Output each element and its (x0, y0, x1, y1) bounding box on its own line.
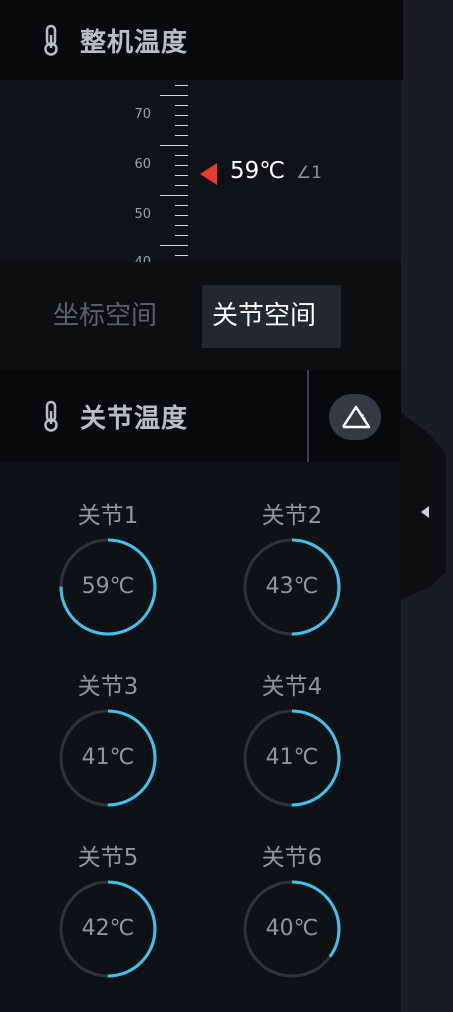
angle-icon (341, 405, 371, 429)
tab-coordinate-space[interactable]: 坐标空间 (43, 285, 167, 348)
scale-minor-tick (175, 165, 188, 166)
scale-minor-tick (175, 85, 188, 86)
joint-temperature-value: 41℃ (265, 745, 319, 770)
thermometer-icon (44, 24, 58, 56)
current-temperature-value: 59℃ (230, 158, 286, 184)
scale-major-tick (160, 95, 188, 96)
scale-label: 70 (134, 107, 151, 122)
scale-minor-tick (175, 225, 188, 226)
joint-label: 关节2 (261, 503, 323, 529)
joint-label: 关节3 (77, 674, 139, 700)
joint-label: 关节6 (261, 845, 323, 871)
scale-major-tick (160, 195, 188, 196)
joint-gauge: 关节1 59℃ (53, 500, 163, 639)
joint-temperature-header: 关节温度 (0, 370, 401, 462)
joint-gauge: 关节4 41℃ (237, 671, 347, 810)
scale-minor-tick (175, 155, 188, 156)
scale-minor-tick (175, 255, 188, 256)
scale-major-tick (160, 245, 188, 246)
machine-temperature-header: 整机温度 (0, 0, 403, 80)
scale-minor-tick (175, 185, 188, 186)
joint-gauge: 关节6 40℃ (237, 842, 347, 981)
joint-temperature-value: 43℃ (265, 574, 319, 599)
scale-label: 40 (121, 255, 151, 262)
joint-label: 关节4 (261, 674, 323, 700)
scale-minor-tick (175, 105, 188, 106)
thermometer-icon (44, 400, 58, 432)
scale-minor-tick (175, 235, 188, 236)
joint-label: 关节5 (77, 845, 139, 871)
tab-joint-space[interactable]: 关节空间 (202, 285, 341, 348)
joint-temperature-value: 42℃ (81, 916, 135, 941)
joint-temperature-value: 41℃ (81, 745, 135, 770)
current-temperature-marker (200, 163, 217, 185)
chevron-left-icon[interactable] (421, 506, 429, 518)
joint-gauge: 关节3 41℃ (53, 671, 163, 810)
scale-minor-tick (175, 205, 188, 206)
machine-temperature-gauge: 70 60 50 40 59℃ ∠1 (0, 80, 401, 262)
scale-minor-tick (175, 125, 188, 126)
angle-button[interactable] (329, 394, 381, 440)
joint-label: 关节1 (77, 503, 139, 529)
scale-minor-tick (175, 175, 188, 176)
header-divider (307, 370, 309, 462)
scale-minor-tick (175, 115, 188, 116)
scale-major-tick (160, 145, 188, 146)
scale-minor-tick (175, 135, 188, 136)
scale-label: 50 (134, 207, 151, 222)
scale-minor-tick (175, 215, 188, 216)
joint-gauge: 关节5 42℃ (53, 842, 163, 981)
scale-label: 60 (134, 157, 151, 172)
machine-temperature-title: 整机温度 (80, 27, 189, 58)
joint-gauge: 关节2 43℃ (237, 500, 347, 639)
joint-temperature-value: 40℃ (265, 916, 319, 941)
joint-temperature-value: 59℃ (81, 574, 135, 599)
joint-temperature-title: 关节温度 (80, 403, 189, 434)
space-tabs: 坐标空间 关节空间 (0, 262, 401, 370)
angle-indicator: ∠1 (296, 163, 323, 183)
